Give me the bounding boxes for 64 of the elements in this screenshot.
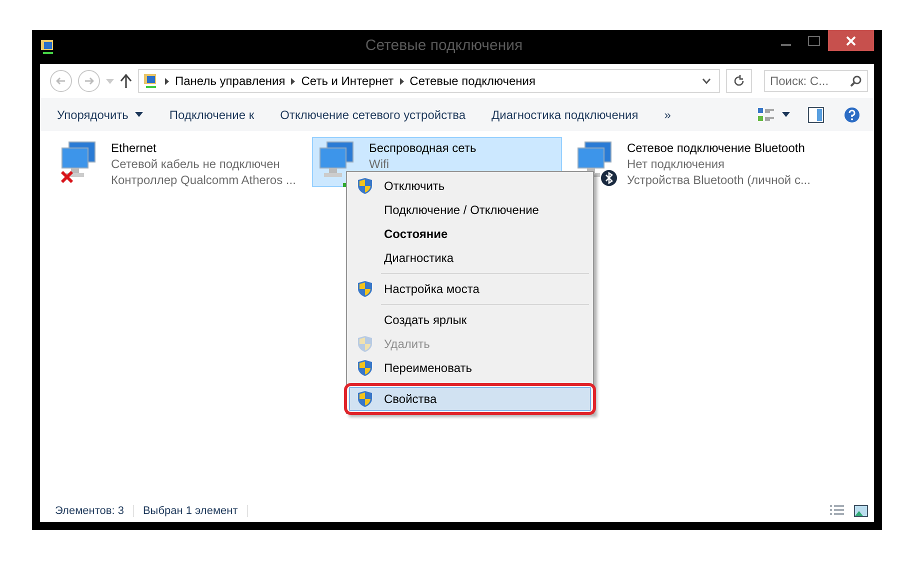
menu-item[interactable]: Переименовать xyxy=(349,356,591,380)
arrow-up-icon xyxy=(120,74,132,88)
help-icon xyxy=(844,106,860,122)
breadcrumb-item[interactable]: Сеть и Интернет xyxy=(301,74,394,88)
up-button[interactable] xyxy=(120,74,132,88)
status-text: Элементов: 3 xyxy=(46,505,134,517)
connection-name: Ethernet xyxy=(111,140,158,156)
connection-device: Контроллер Qualcomm Atheros ... xyxy=(111,172,296,188)
refresh-button[interactable] xyxy=(726,69,752,93)
close-icon xyxy=(846,36,856,46)
connection-status: Сетевой кабель не подключен xyxy=(111,156,281,172)
more-button[interactable]: » xyxy=(655,104,680,126)
address-bar[interactable]: Панель управления Сеть и Интернет Сетевые подключения xyxy=(138,69,720,93)
menu-item[interactable]: Подключение / Отключение xyxy=(349,198,591,222)
status-text: Выбран 1 элемент xyxy=(134,505,248,517)
view-options-button[interactable] xyxy=(758,106,790,122)
arrow-left-icon xyxy=(56,76,66,86)
chevron-right-icon xyxy=(291,78,296,84)
connection-status: Wifi xyxy=(369,156,390,172)
toolbar-button[interactable]: Диагностика подключения xyxy=(482,104,648,126)
menu-item[interactable]: Диагностика xyxy=(349,246,591,270)
breadcrumb-item[interactable]: Сетевые подключения xyxy=(410,74,536,88)
caret-icon xyxy=(106,78,114,84)
toolbar-button[interactable]: Упорядочить xyxy=(48,104,152,126)
caret-icon xyxy=(782,112,790,117)
menu-item[interactable]: Состояние xyxy=(349,222,591,246)
toolbar-button[interactable]: Отключение сетевого устройства xyxy=(271,104,474,126)
search-icon xyxy=(850,75,862,87)
shield-icon xyxy=(358,360,372,376)
shield-icon xyxy=(358,336,372,352)
arrow-right-icon xyxy=(84,76,94,86)
preview-pane-icon xyxy=(808,106,824,122)
error-cross-icon xyxy=(61,171,73,183)
shield-icon xyxy=(358,178,372,194)
connection-device: Устройства Bluetooth (личной с... xyxy=(627,172,810,188)
chevron-right-icon xyxy=(400,78,404,84)
tiles-view-button[interactable] xyxy=(854,505,868,517)
preview-pane-button[interactable] xyxy=(808,106,824,122)
network-folder-icon xyxy=(40,39,56,55)
breadcrumb-item[interactable]: Панель управления xyxy=(175,74,286,88)
shield-icon xyxy=(358,281,372,297)
connection-name: Сетевое подключение Bluetooth xyxy=(627,140,806,156)
view-list-icon xyxy=(758,106,774,122)
chevron-down-icon[interactable] xyxy=(702,78,711,84)
shield-icon xyxy=(358,391,372,407)
close-button[interactable] xyxy=(828,30,874,51)
window-title: Сетевые подключения xyxy=(364,36,524,54)
refresh-icon xyxy=(733,75,745,87)
details-view-button[interactable] xyxy=(830,505,844,517)
maximize-icon xyxy=(808,36,820,46)
bluetooth-icon xyxy=(601,170,617,186)
connection-status: Нет подключения xyxy=(627,156,726,172)
search-field[interactable]: Поиск: С... xyxy=(764,70,868,92)
network-folder-icon xyxy=(143,73,159,89)
connection-tile[interactable]: Ethernet Сетевой кабель не подключен Контроллер Qualcomm Atheros ... xyxy=(54,137,304,187)
menu-item[interactable]: Создать ярлык xyxy=(349,308,591,332)
menu-item[interactable]: Настройка моста xyxy=(349,277,591,301)
toolbar-button[interactable]: Подключение к xyxy=(160,104,264,126)
minimize-icon xyxy=(781,44,791,46)
connection-name: Беспроводная сеть xyxy=(369,140,476,156)
chevron-right-icon xyxy=(165,78,169,84)
details-view-icon xyxy=(830,505,844,517)
help-button[interactable] xyxy=(844,106,860,122)
large-icons-view-icon xyxy=(854,505,868,517)
